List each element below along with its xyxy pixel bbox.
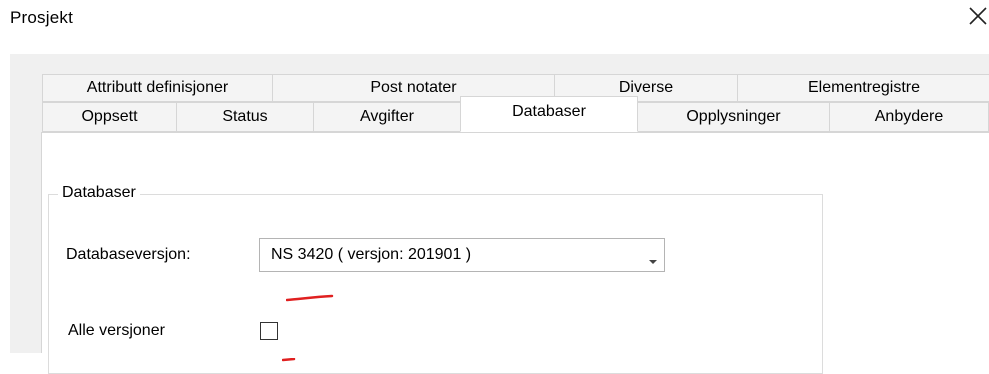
tab-label: Opplysninger	[686, 108, 781, 125]
tab-label: Elementregistre	[807, 79, 921, 96]
groupbox-title: Databaser	[58, 184, 140, 202]
close-icon[interactable]	[966, 2, 989, 28]
tab-label: Anbydere	[874, 108, 944, 125]
databaser-groupbox	[48, 194, 823, 374]
tab-avgifter[interactable]: Avgifter	[313, 102, 461, 132]
tab-elementregistre[interactable]: Elementregistre	[737, 74, 989, 102]
tab-label: Status	[222, 108, 268, 125]
database-version-label: Databaseversjon:	[66, 246, 191, 263]
window-title: Prosjekt	[10, 8, 74, 27]
database-version-value: NS 3420 ( versjon: 201901 )	[271, 246, 472, 263]
tab-anbydere[interactable]: Anbydere	[829, 102, 989, 132]
tab-databaser[interactable]: Databaser	[460, 96, 638, 132]
tab-attributt-definisjoner[interactable]: Attributt definisjoner	[42, 74, 273, 102]
tab-opplysninger[interactable]: Opplysninger	[637, 102, 830, 132]
all-versions-checkbox[interactable]	[260, 322, 278, 340]
red-underline-annotation	[285, 290, 336, 308]
tab-label: Post notater	[370, 79, 457, 96]
red-mark-annotation	[281, 349, 296, 367]
tab-label: Databaser	[512, 103, 586, 120]
chevron-down-icon	[648, 252, 658, 270]
tab-label: Oppsett	[81, 108, 138, 125]
tab-row-bottom: Oppsett Status Avgifter Databaser Opplys…	[42, 96, 989, 132]
tab-oppsett[interactable]: Oppsett	[42, 102, 177, 132]
tab-label: Diverse	[618, 79, 674, 96]
tab-label: Attributt definisjoner	[86, 79, 229, 96]
all-versions-label: Alle versjoner	[68, 322, 165, 339]
database-version-select[interactable]: NS 3420 ( versjon: 201901 )	[259, 238, 665, 272]
tab-status[interactable]: Status	[176, 102, 314, 132]
tab-label: Avgifter	[360, 108, 414, 125]
